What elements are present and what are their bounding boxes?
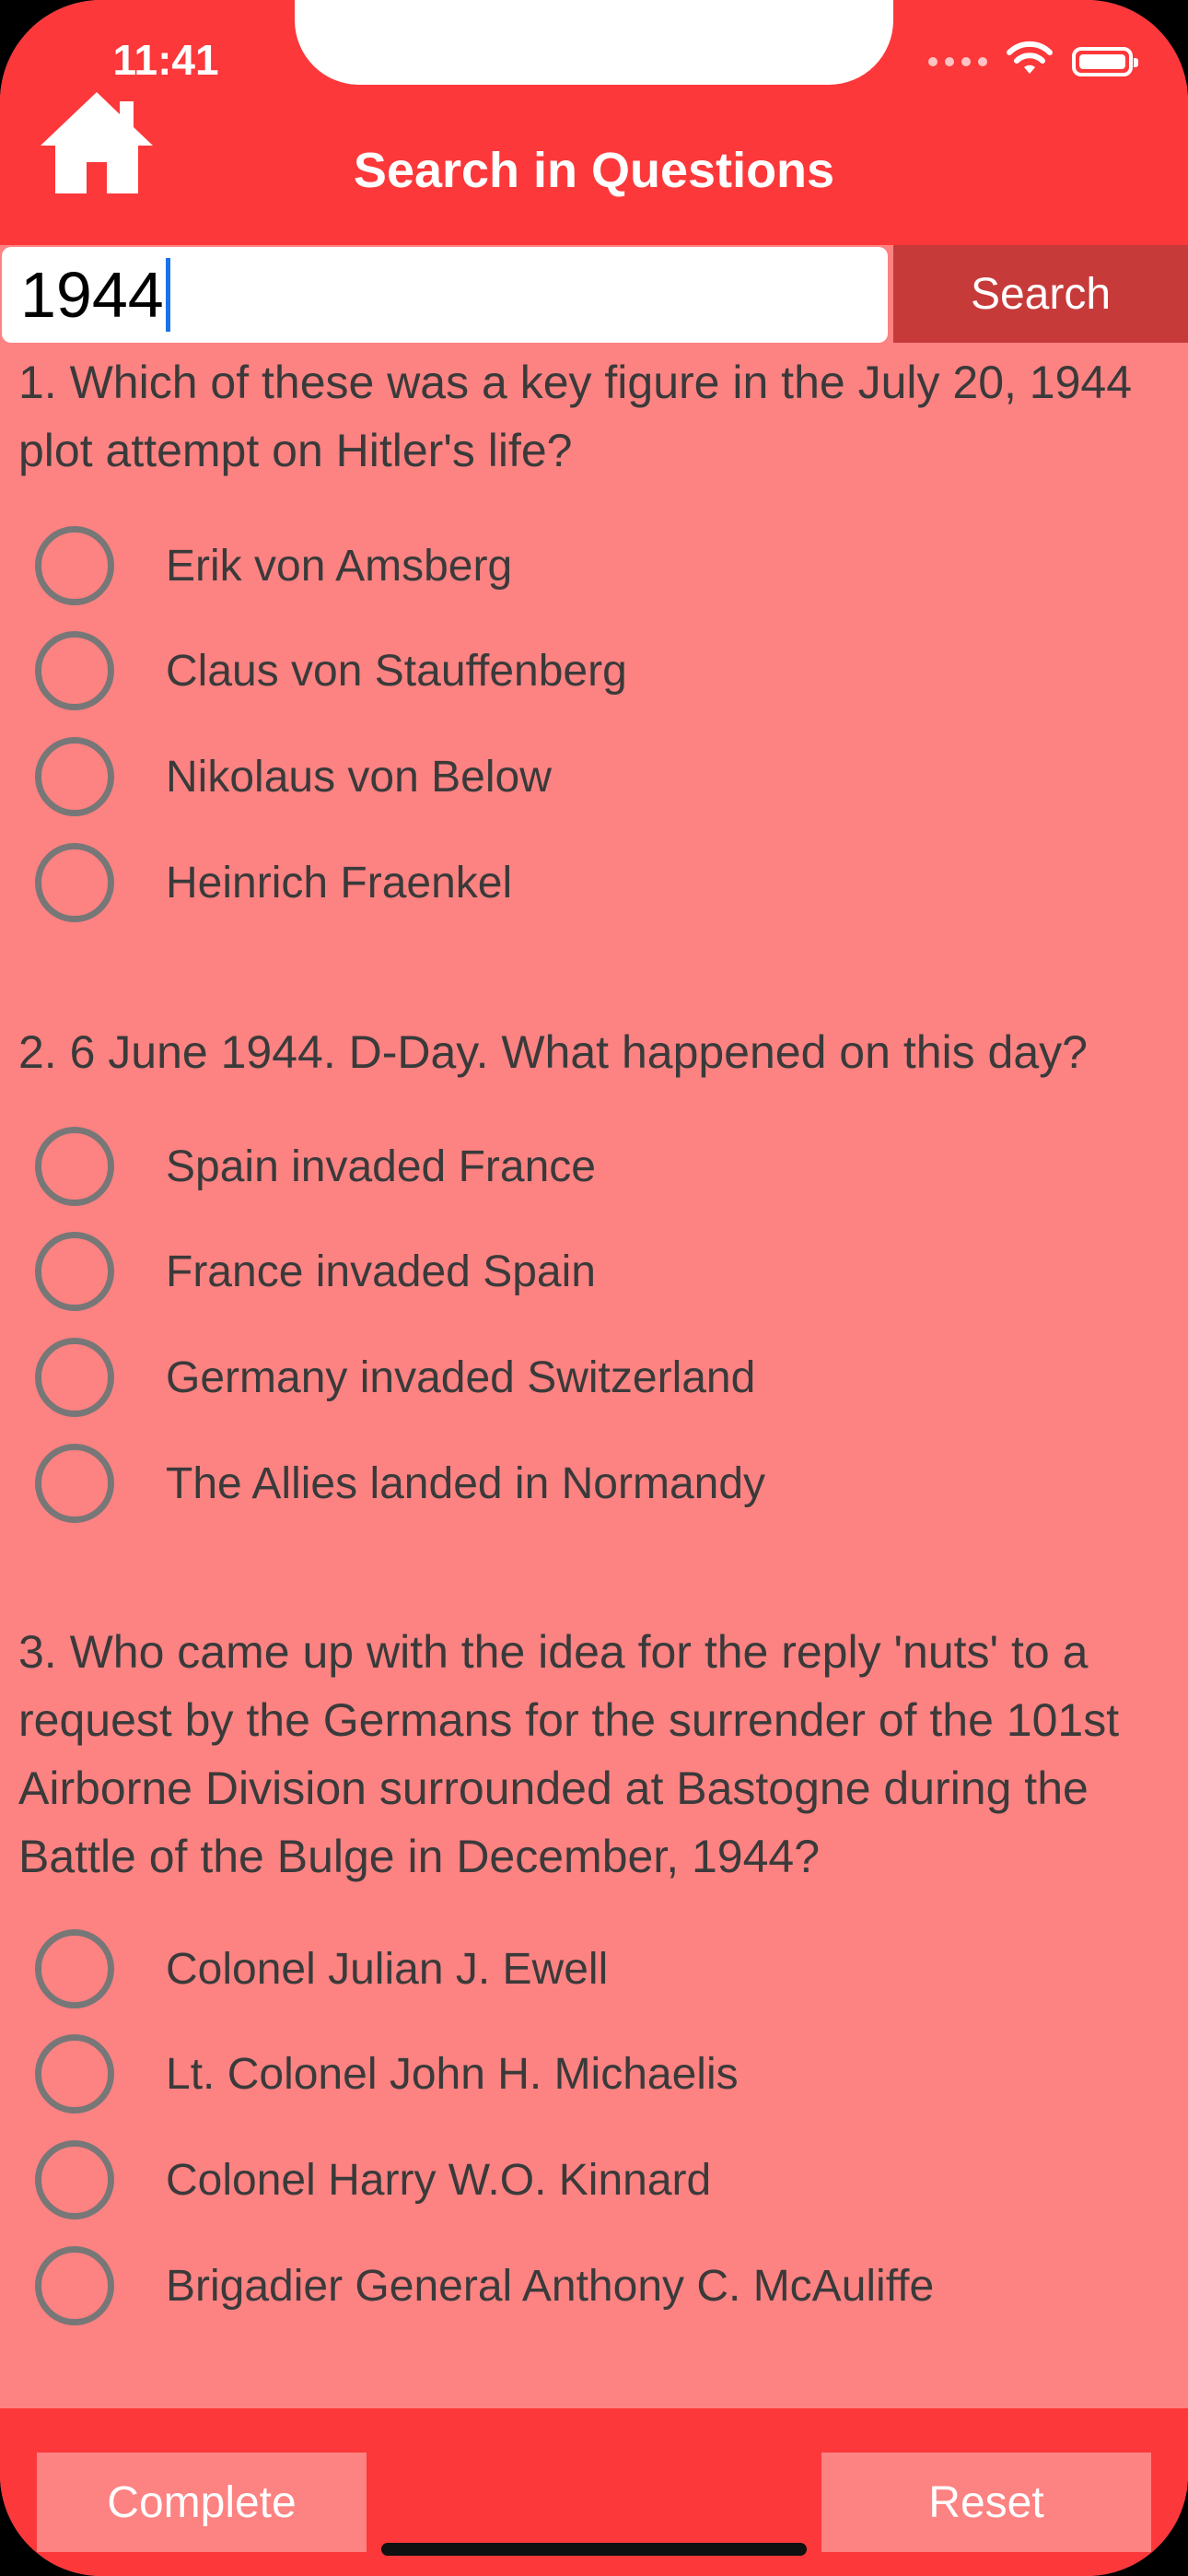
question-1-option-2[interactable]: Claus von Stauffenberg [35,626,627,715]
option-label: Nikolaus von Below [166,752,552,802]
question-1-option-3[interactable]: Nikolaus von Below [35,732,552,821]
option-label: Lt. Colonel John H. Michaelis [166,2049,739,2099]
radio-button[interactable] [35,1232,114,1311]
option-label: Brigadier General Anthony C. McAuliffe [166,2261,935,2311]
status-time: 11:41 [112,36,219,84]
radio-button[interactable] [35,2140,114,2219]
device-notch [295,0,893,85]
app-screen: 11:41 Search in Questions 1944 Search 1.… [0,0,1188,2576]
question-3-text: 3. Who came up with the idea for the rep… [18,1626,1120,1882]
complete-button[interactable]: Complete [37,2453,367,2552]
page-title: Search in Questions [353,143,835,198]
question-1-text: 1. Which of these was a key figure in th… [18,357,1133,476]
question-1-option-4[interactable]: Heinrich Fraenkel [35,838,512,927]
option-label: Heinrich Fraenkel [166,858,513,907]
option-label: Spain invaded France [166,1142,596,1191]
option-label: The Allies landed in Normandy [166,1458,766,1508]
reset-button[interactable]: Reset [821,2453,1151,2552]
search-button[interactable]: Search [893,245,1188,343]
radio-button[interactable] [35,1444,114,1523]
radio-button[interactable] [35,843,114,922]
question-2-option-2[interactable]: France invaded Spain [35,1227,596,1316]
option-label: Erik von Amsberg [166,541,513,591]
question-2-option-1[interactable]: Spain invaded France [35,1122,596,1211]
option-label: Germany invaded Switzerland [166,1352,756,1402]
radio-button[interactable] [35,737,114,816]
radio-button[interactable] [35,631,114,710]
option-label: France invaded Spain [166,1247,596,1296]
radio-button[interactable] [35,1127,114,1206]
question-3-option-1[interactable]: Colonel Julian J. Ewell [35,1925,608,2013]
option-label: Colonel Harry W.O. Kinnard [166,2155,712,2205]
question-2-option-4[interactable]: The Allies landed in Normandy [35,1439,765,1528]
search-input[interactable]: 1944 [2,247,888,343]
battery-icon [1072,46,1138,76]
option-label: Claus von Stauffenberg [166,646,627,696]
question-3-option-2[interactable]: Lt. Colonel John H. Michaelis [35,2030,739,2118]
radio-button[interactable] [35,1338,114,1417]
radio-button[interactable] [35,1929,114,2008]
question-2-option-3[interactable]: Germany invaded Switzerland [35,1333,755,1422]
home-indicator[interactable] [381,2543,807,2556]
text-caret [165,258,170,332]
radio-button[interactable] [35,2034,114,2113]
signal-icon [928,56,987,66]
option-label: Colonel Julian J. Ewell [166,1944,609,1994]
radio-button[interactable] [35,526,114,605]
status-icons [928,41,1138,82]
question-1-option-1[interactable]: Erik von Amsberg [35,521,512,610]
question-3-option-3[interactable]: Colonel Harry W.O. Kinnard [35,2136,711,2224]
question-3-option-4[interactable]: Brigadier General Anthony C. McAuliffe [35,2242,934,2330]
question-2-text: 2. 6 June 1944. D-Day. What happened on … [18,1026,1088,1078]
radio-button[interactable] [35,2246,114,2325]
wifi-icon [1006,41,1054,82]
search-input-value: 1944 [20,259,164,331]
